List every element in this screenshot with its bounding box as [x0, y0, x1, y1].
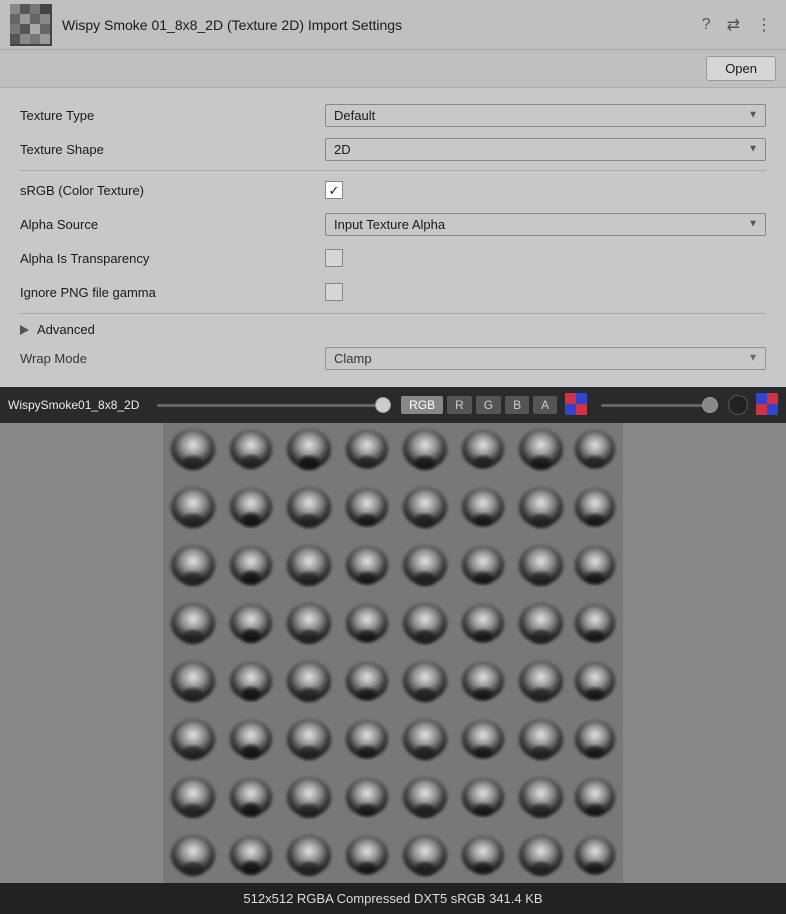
ignore-png-control	[325, 283, 766, 301]
alpha-source-row: Alpha Source None Input Texture Alpha Fr…	[20, 211, 766, 237]
wrap-mode-label: Wrap Mode	[20, 351, 325, 366]
layout-icon[interactable]: ⇄	[723, 13, 744, 37]
status-text: 512x512 RGBA Compressed DXT5 sRGB 341.4 …	[243, 891, 542, 906]
channel-a-button[interactable]: A	[533, 396, 557, 414]
title-bar: Wispy Smoke 01_8x8_2D (Texture 2D) Impor…	[0, 0, 786, 50]
preview-bar: WispySmoke01_8x8_2D RGB R G B A	[0, 387, 786, 423]
texture-preview	[0, 423, 786, 883]
status-bar: 512x512 RGBA Compressed DXT5 sRGB 341.4 …	[0, 883, 786, 914]
settings-panel: Texture Type Default Normal map Sprite (…	[0, 88, 786, 387]
srgb-row: sRGB (Color Texture)	[20, 177, 766, 203]
ignore-png-label: Ignore PNG file gamma	[20, 285, 325, 300]
alpha-transparency-label: Alpha Is Transparency	[20, 251, 325, 266]
wrap-mode-dropdown-wrapper: Clamp Repeat Mirror	[325, 347, 766, 370]
channel-g-button[interactable]: G	[476, 396, 501, 414]
srgb-control	[325, 181, 766, 199]
wrap-mode-dropdown[interactable]: Clamp Repeat Mirror	[325, 347, 766, 370]
preview-filename: WispySmoke01_8x8_2D	[8, 398, 139, 412]
texture-shape-dropdown-wrapper: 2D Cube	[325, 138, 766, 161]
alpha-source-dropdown-wrapper: None Input Texture Alpha From Gray Scale	[325, 213, 766, 236]
texture-type-row: Texture Type Default Normal map Sprite (…	[20, 102, 766, 128]
alpha-source-dropdown[interactable]: None Input Texture Alpha From Gray Scale	[325, 213, 766, 236]
help-icon[interactable]: ?	[698, 14, 715, 36]
srgb-label: sRGB (Color Texture)	[20, 183, 325, 198]
texture-grid-svg	[163, 423, 623, 883]
texture-shape-label: Texture Shape	[20, 142, 325, 157]
brightness-slider[interactable]	[595, 404, 724, 407]
alpha-transparency-checkbox[interactable]	[325, 249, 343, 267]
alpha-source-control: None Input Texture Alpha From Gray Scale	[325, 213, 766, 236]
texture-shape-row: Texture Shape 2D Cube	[20, 136, 766, 162]
advanced-section[interactable]: Advanced	[20, 322, 766, 337]
open-button[interactable]: Open	[706, 56, 776, 81]
brightness-track	[601, 404, 718, 407]
slider-thumb[interactable]	[375, 397, 391, 413]
checker-pattern-icon-2	[756, 393, 778, 415]
more-icon[interactable]: ⋮	[752, 13, 776, 37]
channel-r-button[interactable]: R	[447, 396, 472, 414]
texture-thumbnail-icon	[10, 4, 52, 46]
checker-pattern-icon[interactable]	[565, 393, 587, 415]
texture-type-dropdown-wrapper: Default Normal map Sprite (2D and UI) Cu…	[325, 104, 766, 127]
texture-type-dropdown[interactable]: Default Normal map Sprite (2D and UI) Cu…	[325, 104, 766, 127]
channel-rgb-button[interactable]: RGB	[401, 396, 443, 414]
channel-b-button[interactable]: B	[505, 396, 529, 414]
title-action-icons: ? ⇄ ⋮	[698, 13, 776, 37]
divider-1	[20, 170, 766, 171]
slider-track	[157, 404, 391, 407]
srgb-checkbox[interactable]	[325, 181, 343, 199]
alpha-transparency-control	[325, 249, 766, 267]
wrap-mode-row: Wrap Mode Clamp Repeat Mirror	[20, 345, 766, 371]
alpha-source-label: Alpha Source	[20, 217, 325, 232]
texture-type-label: Texture Type	[20, 108, 325, 123]
preview-slider[interactable]	[151, 404, 397, 407]
window-title: Wispy Smoke 01_8x8_2D (Texture 2D) Impor…	[62, 17, 688, 33]
texture-shape-dropdown[interactable]: 2D Cube	[325, 138, 766, 161]
ignore-png-row: Ignore PNG file gamma	[20, 279, 766, 305]
alpha-transparency-row: Alpha Is Transparency	[20, 245, 766, 271]
divider-2	[20, 313, 766, 314]
toolbar: Open	[0, 50, 786, 88]
ignore-png-checkbox[interactable]	[325, 283, 343, 301]
brightness-thumb[interactable]	[702, 397, 718, 413]
texture-shape-control: 2D Cube	[325, 138, 766, 161]
advanced-label: Advanced	[37, 322, 95, 337]
wrap-mode-control: Clamp Repeat Mirror	[325, 347, 766, 370]
triangle-expand-icon	[20, 325, 29, 335]
dark-preview-circle	[728, 395, 748, 415]
texture-type-control: Default Normal map Sprite (2D and UI) Cu…	[325, 104, 766, 127]
